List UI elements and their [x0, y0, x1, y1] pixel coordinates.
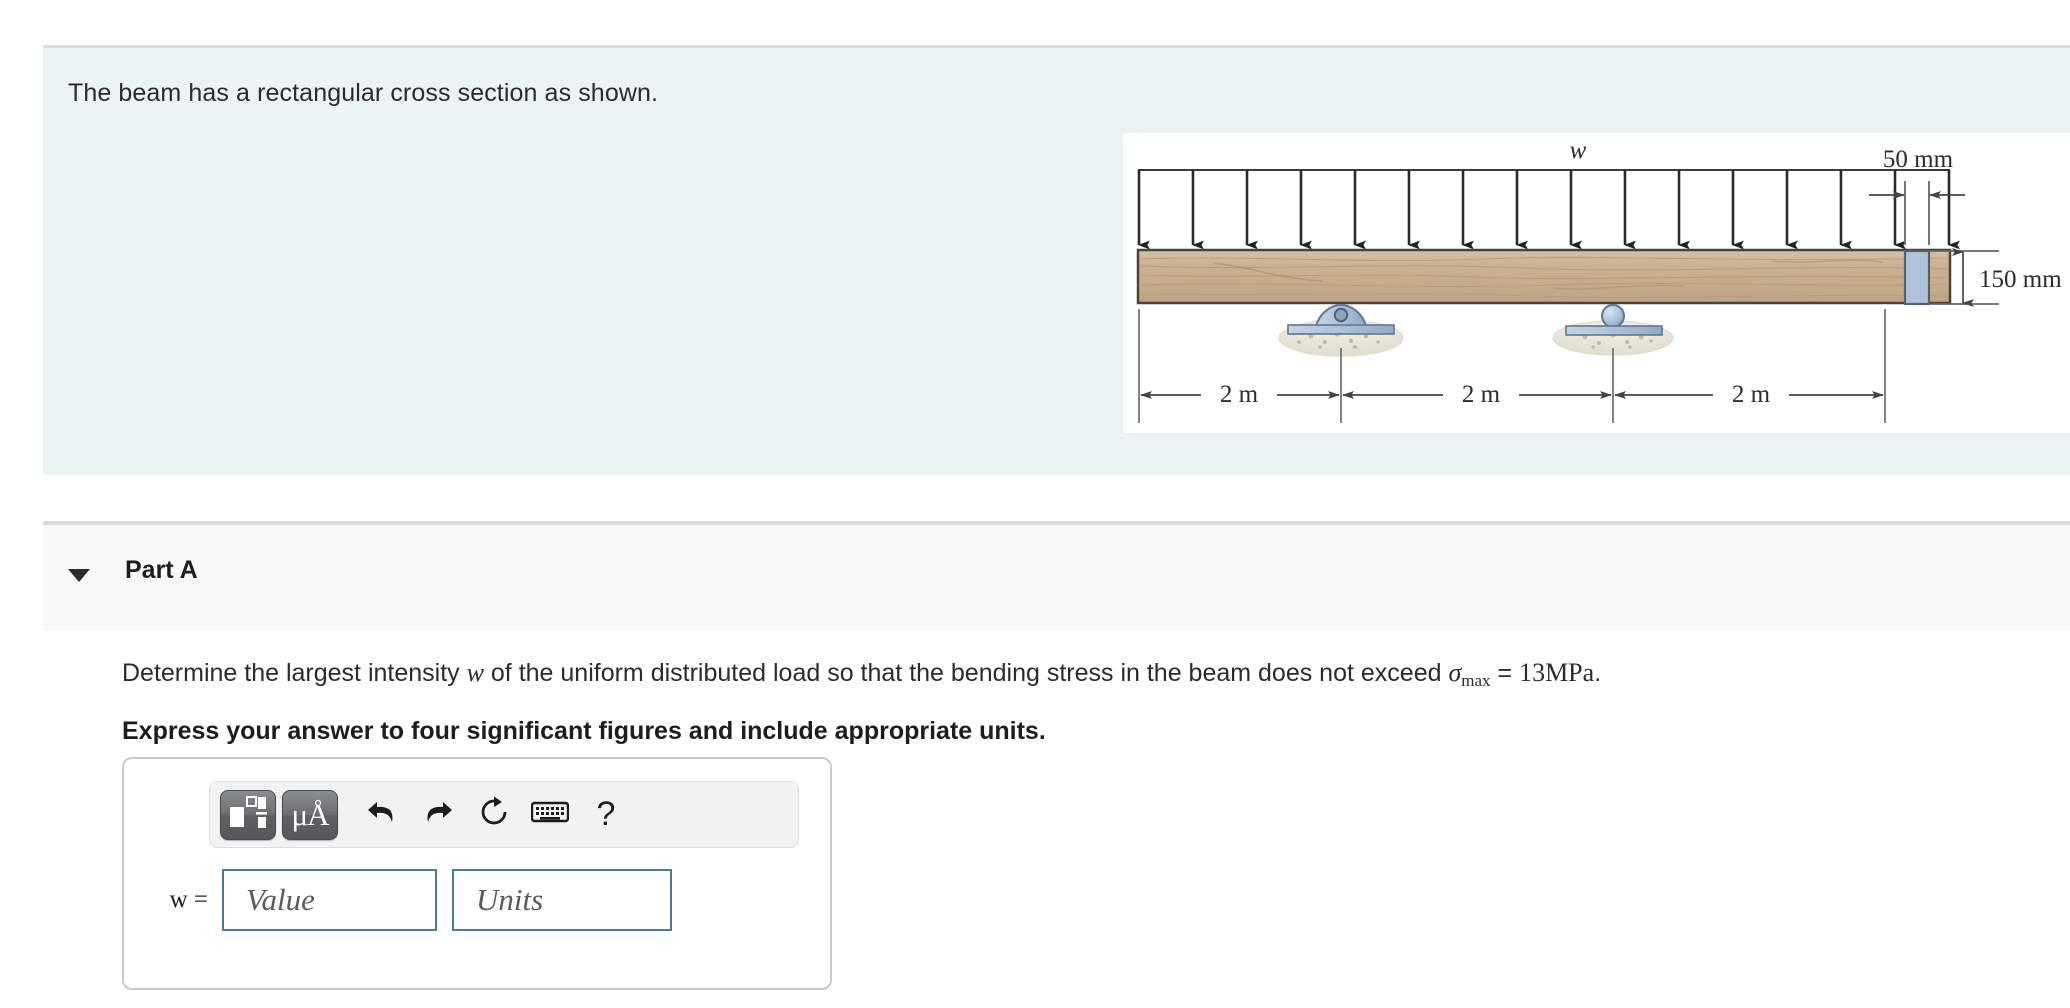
redo-arrow-icon [421, 797, 455, 832]
question-variable-w: w [466, 658, 484, 687]
question-text-post: of the uniform distributed load so that … [483, 659, 1449, 687]
equals-sign: = [1490, 659, 1520, 687]
reset-circular-arrow-icon [478, 796, 510, 833]
math-template-button[interactable] [220, 789, 276, 840]
mu-angstrom-icon: μÅ [291, 797, 329, 832]
undo-button[interactable] [356, 790, 408, 840]
part-a-header-section[interactable]: Part A [43, 521, 2070, 631]
part-a-body: Determine the largest intensity w of the… [122, 655, 2022, 748]
distributed-load-group: w [1137, 137, 1960, 250]
reset-button[interactable] [468, 790, 520, 840]
math-template-icon [229, 795, 267, 834]
section-width-label: 50 mm [1883, 146, 1954, 173]
section-height-label: 150 mm [1979, 266, 2062, 293]
dimension-lines: 2 m 2 m 2 m [1140, 379, 1884, 409]
answer-input-container: μÅ ? w = Value Units [122, 757, 832, 990]
undo-arrow-icon [365, 797, 399, 832]
roller-support [1552, 304, 1674, 356]
value-placeholder: Value [246, 882, 315, 917]
beam-member [1136, 248, 1952, 305]
chevron-down-icon[interactable] [68, 569, 90, 582]
units-button[interactable]: μÅ [282, 789, 338, 840]
units-placeholder: Units [476, 882, 544, 917]
load-intensity-label: w [1570, 137, 1587, 164]
units-input[interactable]: Units [452, 869, 672, 931]
value-input[interactable]: Value [222, 869, 437, 931]
help-button[interactable]: ? [580, 790, 632, 840]
answer-variable-label: w = [169, 886, 208, 913]
dimension-label-span-1: 2 m [1220, 381, 1259, 408]
stress-limit-value: 13MPa [1519, 658, 1595, 687]
keyboard-button[interactable] [524, 790, 576, 840]
keyboard-icon [530, 799, 570, 830]
sigma-symbol: σ [1448, 658, 1462, 687]
question-period: . [1594, 659, 1602, 687]
sigma-subscript: max [1461, 670, 1491, 690]
beam-figure-panel: w 2 m 2 m 2 m 50 mm 150 mm [1123, 133, 2070, 433]
question-text: Determine the largest intensity w of the… [122, 655, 2022, 693]
beam-diagram-svg: w 2 m 2 m 2 m 50 mm 150 mm [1136, 137, 2062, 423]
part-title: Part A [125, 556, 198, 584]
question-text-pre: Determine the largest intensity [122, 659, 467, 687]
question-mark-icon: ? [596, 795, 616, 833]
answer-toolbar: μÅ ? [209, 781, 799, 848]
problem-statement-text: The beam has a rectangular cross section… [68, 79, 659, 107]
dimension-label-span-3: 2 m [1732, 381, 1771, 408]
answer-instruction: Express your answer to four significant … [122, 716, 1046, 745]
answer-entry-row: w = Value Units [144, 869, 672, 931]
redo-button[interactable] [412, 790, 464, 840]
dimension-label-span-2: 2 m [1462, 381, 1501, 408]
